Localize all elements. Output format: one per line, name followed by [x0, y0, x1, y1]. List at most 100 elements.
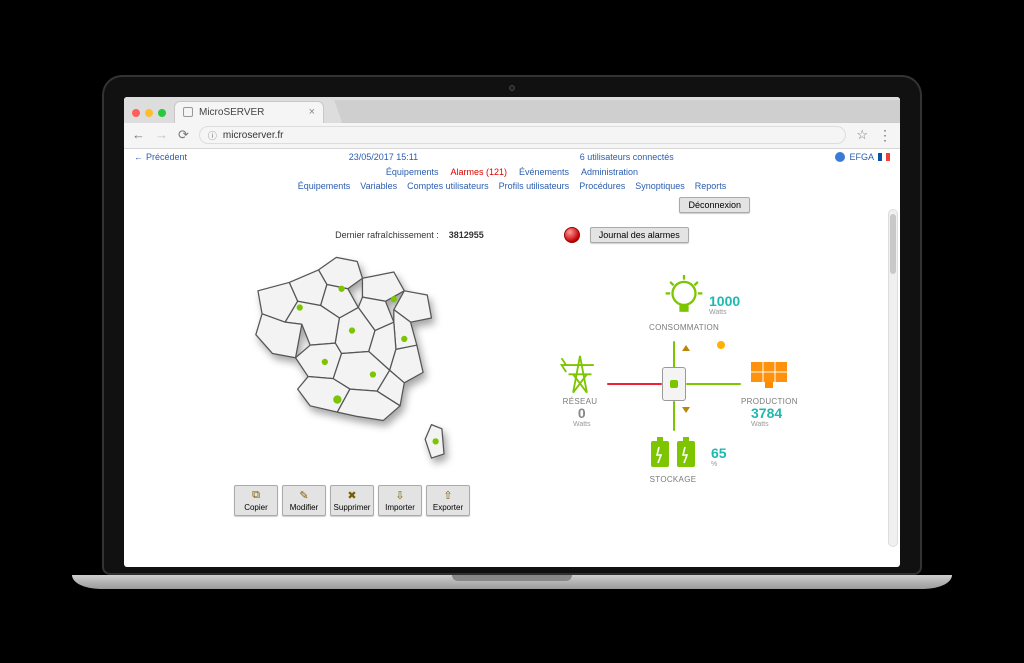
production-value-block: 3784 Watts	[751, 405, 782, 428]
alarm-journal-button[interactable]: Journal des alarmes	[590, 227, 689, 243]
arrow-down-icon	[682, 407, 690, 413]
info-icon: ⓘ	[208, 129, 217, 142]
tab-title: MicroSERVER	[199, 107, 264, 118]
pylon-icon	[557, 349, 603, 395]
tool-export-label: Exporter	[433, 503, 463, 512]
browser-address-bar: ← → ⟳ ⓘ microserver.fr ☆ ⋮	[124, 123, 900, 149]
production-unit: Watts	[751, 421, 782, 428]
window-maximize-icon[interactable]	[158, 109, 166, 117]
panels: ⧉Copier ✎Modifier ✖Supprimer ⇩Importer ⇧…	[124, 249, 900, 516]
map-panel: ⧉Copier ✎Modifier ✖Supprimer ⇩Importer ⇧…	[207, 249, 497, 516]
inverter-icon	[662, 367, 686, 401]
back-link-label: Précédent	[146, 152, 187, 162]
export-icon: ⇧	[443, 489, 452, 502]
tool-import[interactable]: ⇩Importer	[378, 485, 422, 516]
tool-copy[interactable]: ⧉Copier	[234, 485, 278, 516]
browser-tab[interactable]: MicroSERVER ×	[174, 101, 324, 123]
consumption-unit: Watts	[709, 309, 740, 316]
window-minimize-icon[interactable]	[145, 109, 153, 117]
tool-import-label: Importer	[385, 503, 415, 512]
vertical-scrollbar[interactable]	[888, 209, 898, 547]
wire-consumption	[673, 341, 675, 369]
flag-fr-icon	[878, 153, 890, 161]
subnav-reports[interactable]: Reports	[695, 181, 727, 191]
storage-value: 65	[711, 445, 727, 461]
consumption-value-block: 1000 Watts	[709, 293, 740, 316]
wire-storage	[673, 401, 675, 431]
bookmark-star-icon[interactable]: ☆	[856, 127, 868, 143]
nav-equipements[interactable]: Équipements	[386, 167, 439, 177]
screen: MicroSERVER × ← → ⟳ ⓘ microserver.fr ☆ ⋮	[124, 97, 900, 567]
node-storage: STOCKAGE	[645, 433, 701, 484]
nav-evenements[interactable]: Événements	[519, 167, 569, 177]
subnav-procedures[interactable]: Procédures	[579, 181, 625, 191]
copy-icon: ⧉	[252, 489, 260, 502]
node-production: PRODUCTION	[741, 349, 798, 406]
storage-title: STOCKAGE	[650, 475, 697, 484]
consumption-title: CONSOMMATION	[649, 323, 719, 332]
status-row: Dernier rafraîchissement : 3812955 Journ…	[124, 227, 900, 243]
alarm-indicator-icon[interactable]	[564, 227, 580, 243]
sub-nav: Équipements Variables Comptes utilisateu…	[124, 181, 900, 191]
pencil-icon: ✎	[299, 489, 308, 502]
tool-edit[interactable]: ✎Modifier	[282, 485, 326, 516]
subnav-comptes[interactable]: Comptes utilisateurs	[407, 181, 489, 191]
solar-panel-icon	[745, 349, 793, 395]
node-network: RÉSEAU	[557, 349, 603, 406]
nav-arrows: ← → ⟳	[132, 127, 189, 143]
network-unit: Watts	[573, 421, 591, 428]
window-traffic-lights[interactable]	[132, 109, 166, 117]
wire-network	[607, 383, 662, 385]
laptop-mockup: MicroSERVER × ← → ⟳ ⓘ microserver.fr ☆ ⋮	[102, 75, 922, 589]
tab-close-icon[interactable]: ×	[309, 106, 315, 118]
arrow-up-icon	[682, 345, 690, 351]
storage-value-block: 65 %	[711, 445, 727, 468]
header-datetime: 23/05/2017 15:11	[349, 152, 418, 162]
energy-diagram: CONSOMMATION 1000 Watts	[527, 249, 817, 509]
scrollbar-thumb[interactable]	[890, 214, 896, 274]
battery-icon	[645, 433, 701, 473]
subnav-equipements[interactable]: Équipements	[298, 181, 351, 191]
last-refresh-value: 3812955	[449, 230, 484, 240]
storage-unit: %	[711, 461, 727, 468]
tool-delete-label: Supprimer	[334, 503, 371, 512]
logout-button[interactable]: Déconnexion	[679, 197, 750, 213]
nav-alarmes[interactable]: Alarmes (121)	[450, 167, 507, 177]
back-link[interactable]: Précédent	[134, 152, 187, 162]
tool-delete[interactable]: ✖Supprimer	[330, 485, 374, 516]
consumption-value: 1000	[709, 293, 740, 309]
username: EFGA	[849, 152, 874, 162]
nav-administration[interactable]: Administration	[581, 167, 638, 177]
window-close-icon[interactable]	[132, 109, 140, 117]
laptop-base	[72, 575, 952, 589]
url-box[interactable]: ⓘ microserver.fr	[199, 126, 846, 144]
tool-edit-label: Modifier	[290, 503, 318, 512]
screen-bezel: MicroSERVER × ← → ⟳ ⓘ microserver.fr ☆ ⋮	[102, 75, 922, 575]
lightbulb-icon	[661, 275, 707, 321]
network-value: 0	[573, 405, 591, 421]
network-value-block: 0 Watts	[573, 405, 591, 428]
app-viewport: Précédent 23/05/2017 15:11 6 utilisateur…	[124, 149, 900, 567]
trash-icon: ✖	[347, 489, 356, 502]
wire-production	[686, 383, 741, 385]
avatar-icon	[835, 152, 845, 162]
url-text: microserver.fr	[223, 130, 284, 141]
nav-back-icon[interactable]: ←	[132, 127, 145, 143]
france-map[interactable]	[237, 249, 467, 479]
nav-reload-icon[interactable]: ⟳	[178, 127, 189, 143]
user-area[interactable]: EFGA	[835, 152, 890, 162]
browser-tab-strip: MicroSERVER ×	[124, 97, 900, 123]
tab-favicon-icon	[183, 107, 193, 117]
subnav-synoptiques[interactable]: Synoptiques	[635, 181, 685, 191]
last-refresh-label: Dernier rafraîchissement :	[335, 230, 439, 240]
tool-copy-label: Copier	[244, 503, 268, 512]
nav-forward-icon[interactable]: →	[155, 127, 168, 143]
logout-row: Déconnexion	[124, 191, 900, 213]
import-icon: ⇩	[395, 489, 404, 502]
browser-menu-icon[interactable]: ⋮	[878, 127, 892, 144]
subnav-profils[interactable]: Profils utilisateurs	[499, 181, 570, 191]
production-value: 3784	[751, 405, 782, 421]
subnav-variables[interactable]: Variables	[360, 181, 397, 191]
map-toolbar: ⧉Copier ✎Modifier ✖Supprimer ⇩Importer ⇧…	[234, 485, 470, 516]
tool-export[interactable]: ⇧Exporter	[426, 485, 470, 516]
